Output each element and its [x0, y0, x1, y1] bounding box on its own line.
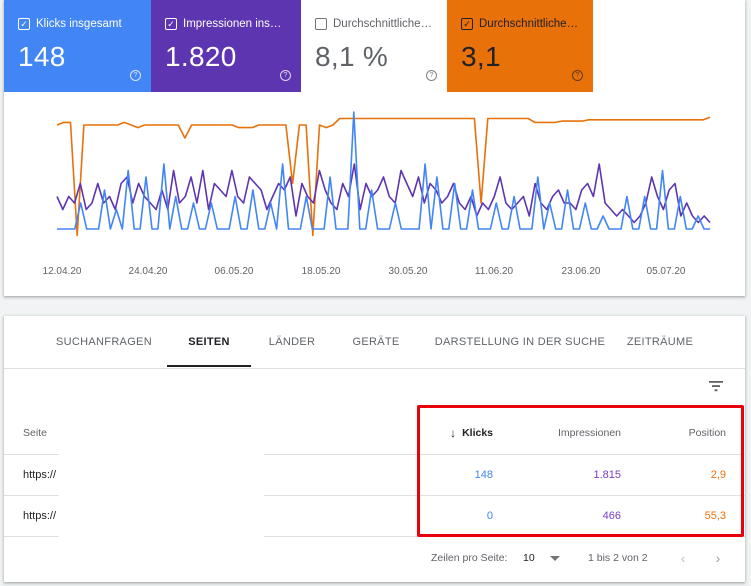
help-icon[interactable]: ? — [280, 70, 291, 81]
help-icon[interactable]: ? — [130, 70, 141, 81]
tab-zeitraeume[interactable]: ZEITRÄUME — [616, 316, 704, 368]
metric-label-row: ✓ Durchschnittliche… — [461, 18, 593, 30]
metric-value-clicks: 148 — [18, 41, 66, 72]
metric-value-ctr: 8,1 % — [315, 41, 389, 72]
chevron-right-icon[interactable]: › — [710, 546, 726, 570]
metric-value-impressions: 1.820 — [165, 41, 237, 72]
x-tick-label: 24.04.20 — [129, 266, 168, 277]
x-tick-label: 12.04.20 — [43, 266, 82, 277]
x-tick-label: 30.05.20 — [389, 266, 428, 277]
metric-label-row: ✓ Klicks insgesamt — [18, 18, 151, 30]
checkbox-checked-icon: ✓ — [18, 18, 30, 30]
filter-icon[interactable] — [707, 378, 725, 394]
metric-label-impressions: Impressionen ins… — [183, 18, 282, 30]
rows-per-page-label: Zeilen pro Seite: — [431, 552, 508, 564]
table-header-row: Seite ↓ Klicks Impressionen Position — [4, 412, 745, 455]
cell-position: 55,3 — [704, 510, 726, 522]
metric-value-position: 3,1 — [461, 41, 501, 72]
dimension-tabs: SUCHANFRAGEN SEITEN LÄNDER GERÄTE DARSTE… — [4, 316, 745, 369]
metric-tile-position[interactable]: ✓ Durchschnittliche… 3,1 ? — [447, 0, 593, 92]
metric-tile-ctr[interactable]: Durchschnittliche… 8,1 % ? — [301, 0, 447, 92]
help-icon[interactable]: ? — [426, 70, 437, 81]
checkbox-unchecked-icon — [315, 18, 327, 30]
x-tick-label: 11.06.20 — [475, 266, 514, 277]
column-header-klicks-label: Klicks — [462, 427, 493, 439]
x-tick-label: 23.06.20 — [562, 266, 601, 277]
cell-impressionen: 466 — [602, 510, 621, 522]
column-header-impressionen[interactable]: Impressionen — [558, 412, 621, 454]
chevron-left-icon[interactable]: ‹ — [675, 546, 691, 570]
cell-impressionen: 1.815 — [593, 469, 621, 481]
checkbox-checked-icon: ✓ — [165, 18, 177, 30]
cell-klicks: 0 — [486, 510, 493, 522]
rows-per-page-select[interactable]: 10 — [523, 546, 565, 570]
tab-laender[interactable]: LÄNDER — [260, 316, 324, 368]
metric-label-row: ✓ Impressionen ins… — [165, 18, 301, 30]
column-header-position[interactable]: Position — [689, 412, 726, 454]
help-icon[interactable]: ? — [572, 70, 583, 81]
metric-label-position: Durchschnittliche… — [479, 18, 579, 30]
metric-label-row: Durchschnittliche… — [315, 18, 447, 30]
checkbox-checked-icon: ✓ — [461, 18, 473, 30]
metric-tile-clicks[interactable]: ✓ Klicks insgesamt 148 ? — [4, 0, 151, 92]
metric-label-clicks: Klicks insgesamt — [36, 18, 122, 30]
tab-seiten[interactable]: SEITEN — [167, 316, 251, 368]
x-tick-label: 05.07.20 — [647, 266, 686, 277]
column-header-klicks[interactable]: ↓ Klicks — [450, 412, 493, 454]
cell-klicks: 148 — [474, 469, 493, 481]
tab-darstellung[interactable]: DARSTELLUNG IN DER SUCHE — [428, 316, 612, 368]
x-tick-label: 06.05.20 — [215, 266, 254, 277]
column-header-seite[interactable]: Seite — [23, 412, 47, 454]
series-line-impressions — [56, 163, 711, 224]
dropdown-caret-icon — [550, 556, 560, 561]
line-chart[interactable]: 12.04.20 24.04.20 06.05.20 18.05.20 30.05.20… — [4, 92, 745, 292]
tab-suchanfragen[interactable]: SUCHANFRAGEN — [44, 316, 164, 368]
rows-per-page-value: 10 — [523, 552, 535, 564]
cell-position: 2,9 — [710, 469, 726, 481]
page-url[interactable]: https:// — [23, 496, 56, 536]
redaction-block — [59, 452, 264, 540]
metric-tile-impressions[interactable]: ✓ Impressionen ins… 1.820 ? — [151, 0, 301, 92]
active-tab-indicator — [167, 365, 251, 367]
metric-label-ctr: Durchschnittliche… — [333, 18, 433, 30]
tab-geraete[interactable]: GERÄTE — [344, 316, 408, 368]
x-tick-label: 18.05.20 — [302, 266, 341, 277]
pages-table-card: SUCHANFRAGEN SEITEN LÄNDER GERÄTE DARSTE… — [4, 316, 745, 582]
page-url[interactable]: https:// — [23, 455, 56, 495]
sort-descending-icon: ↓ — [450, 426, 457, 440]
performance-chart-card: ✓ Klicks insgesamt 148 ? ✓ Impressionen … — [4, 0, 745, 296]
pagination-range: 1 bis 2 von 2 — [588, 552, 648, 564]
